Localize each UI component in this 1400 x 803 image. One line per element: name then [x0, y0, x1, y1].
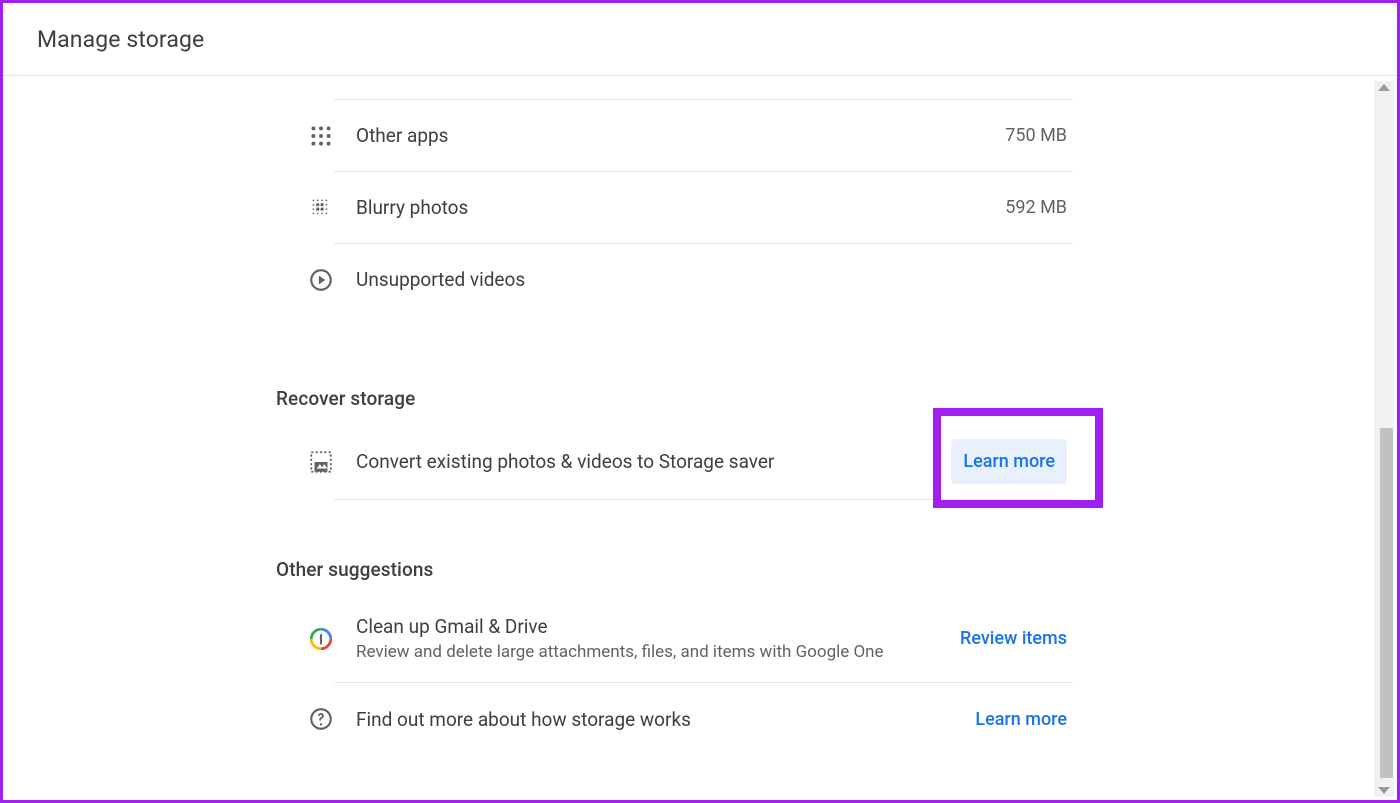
- apps-icon: [286, 123, 356, 149]
- storage-saver-icon: [286, 449, 356, 475]
- scroll-up-arrow[interactable]: [1378, 84, 1390, 91]
- blur-icon: [286, 195, 356, 221]
- learn-more-button[interactable]: Learn more: [951, 439, 1067, 484]
- cleanup-subtitle: Review and delete large attachments, fil…: [356, 642, 960, 662]
- list-row-blurry-photos[interactable]: Blurry photos 592 MB: [334, 171, 1073, 243]
- google-one-icon: [286, 626, 356, 652]
- item-label: Other apps: [356, 124, 1005, 147]
- scroll-down-arrow[interactable]: [1378, 787, 1390, 794]
- item-size: 750 MB: [1005, 125, 1073, 146]
- other-row-cleanup: Clean up Gmail & Drive Review and delete…: [334, 595, 1073, 683]
- other-row-howstorage: Find out more about how storage works Le…: [334, 683, 1073, 755]
- item-size: 592 MB: [1005, 197, 1073, 218]
- section-other-title: Other suggestions: [276, 558, 1073, 581]
- help-circle-icon: [286, 706, 356, 732]
- section-recover-title: Recover storage: [276, 387, 1073, 410]
- storage-items-list: Other apps 750 MB: [334, 99, 1073, 315]
- howstorage-title: Find out more about how storage works: [356, 708, 975, 731]
- list-row-other-apps[interactable]: Other apps 750 MB: [334, 99, 1073, 171]
- page-title: Manage storage: [37, 26, 204, 53]
- scrollbar-thumb[interactable]: [1380, 428, 1393, 778]
- play-circle-icon: [286, 267, 356, 293]
- recover-item-label: Convert existing photos & videos to Stor…: [356, 450, 951, 473]
- item-label: Blurry photos: [356, 196, 1005, 219]
- item-label: Unsupported videos: [356, 268, 1067, 291]
- header: Manage storage: [3, 3, 1397, 76]
- recover-row: Convert existing photos & videos to Stor…: [334, 424, 1073, 500]
- cleanup-title: Clean up Gmail & Drive: [356, 615, 960, 638]
- review-items-link[interactable]: Review items: [960, 628, 1067, 649]
- learn-more-link[interactable]: Learn more: [975, 709, 1067, 730]
- list-row-unsupported-videos[interactable]: Unsupported videos: [334, 243, 1073, 315]
